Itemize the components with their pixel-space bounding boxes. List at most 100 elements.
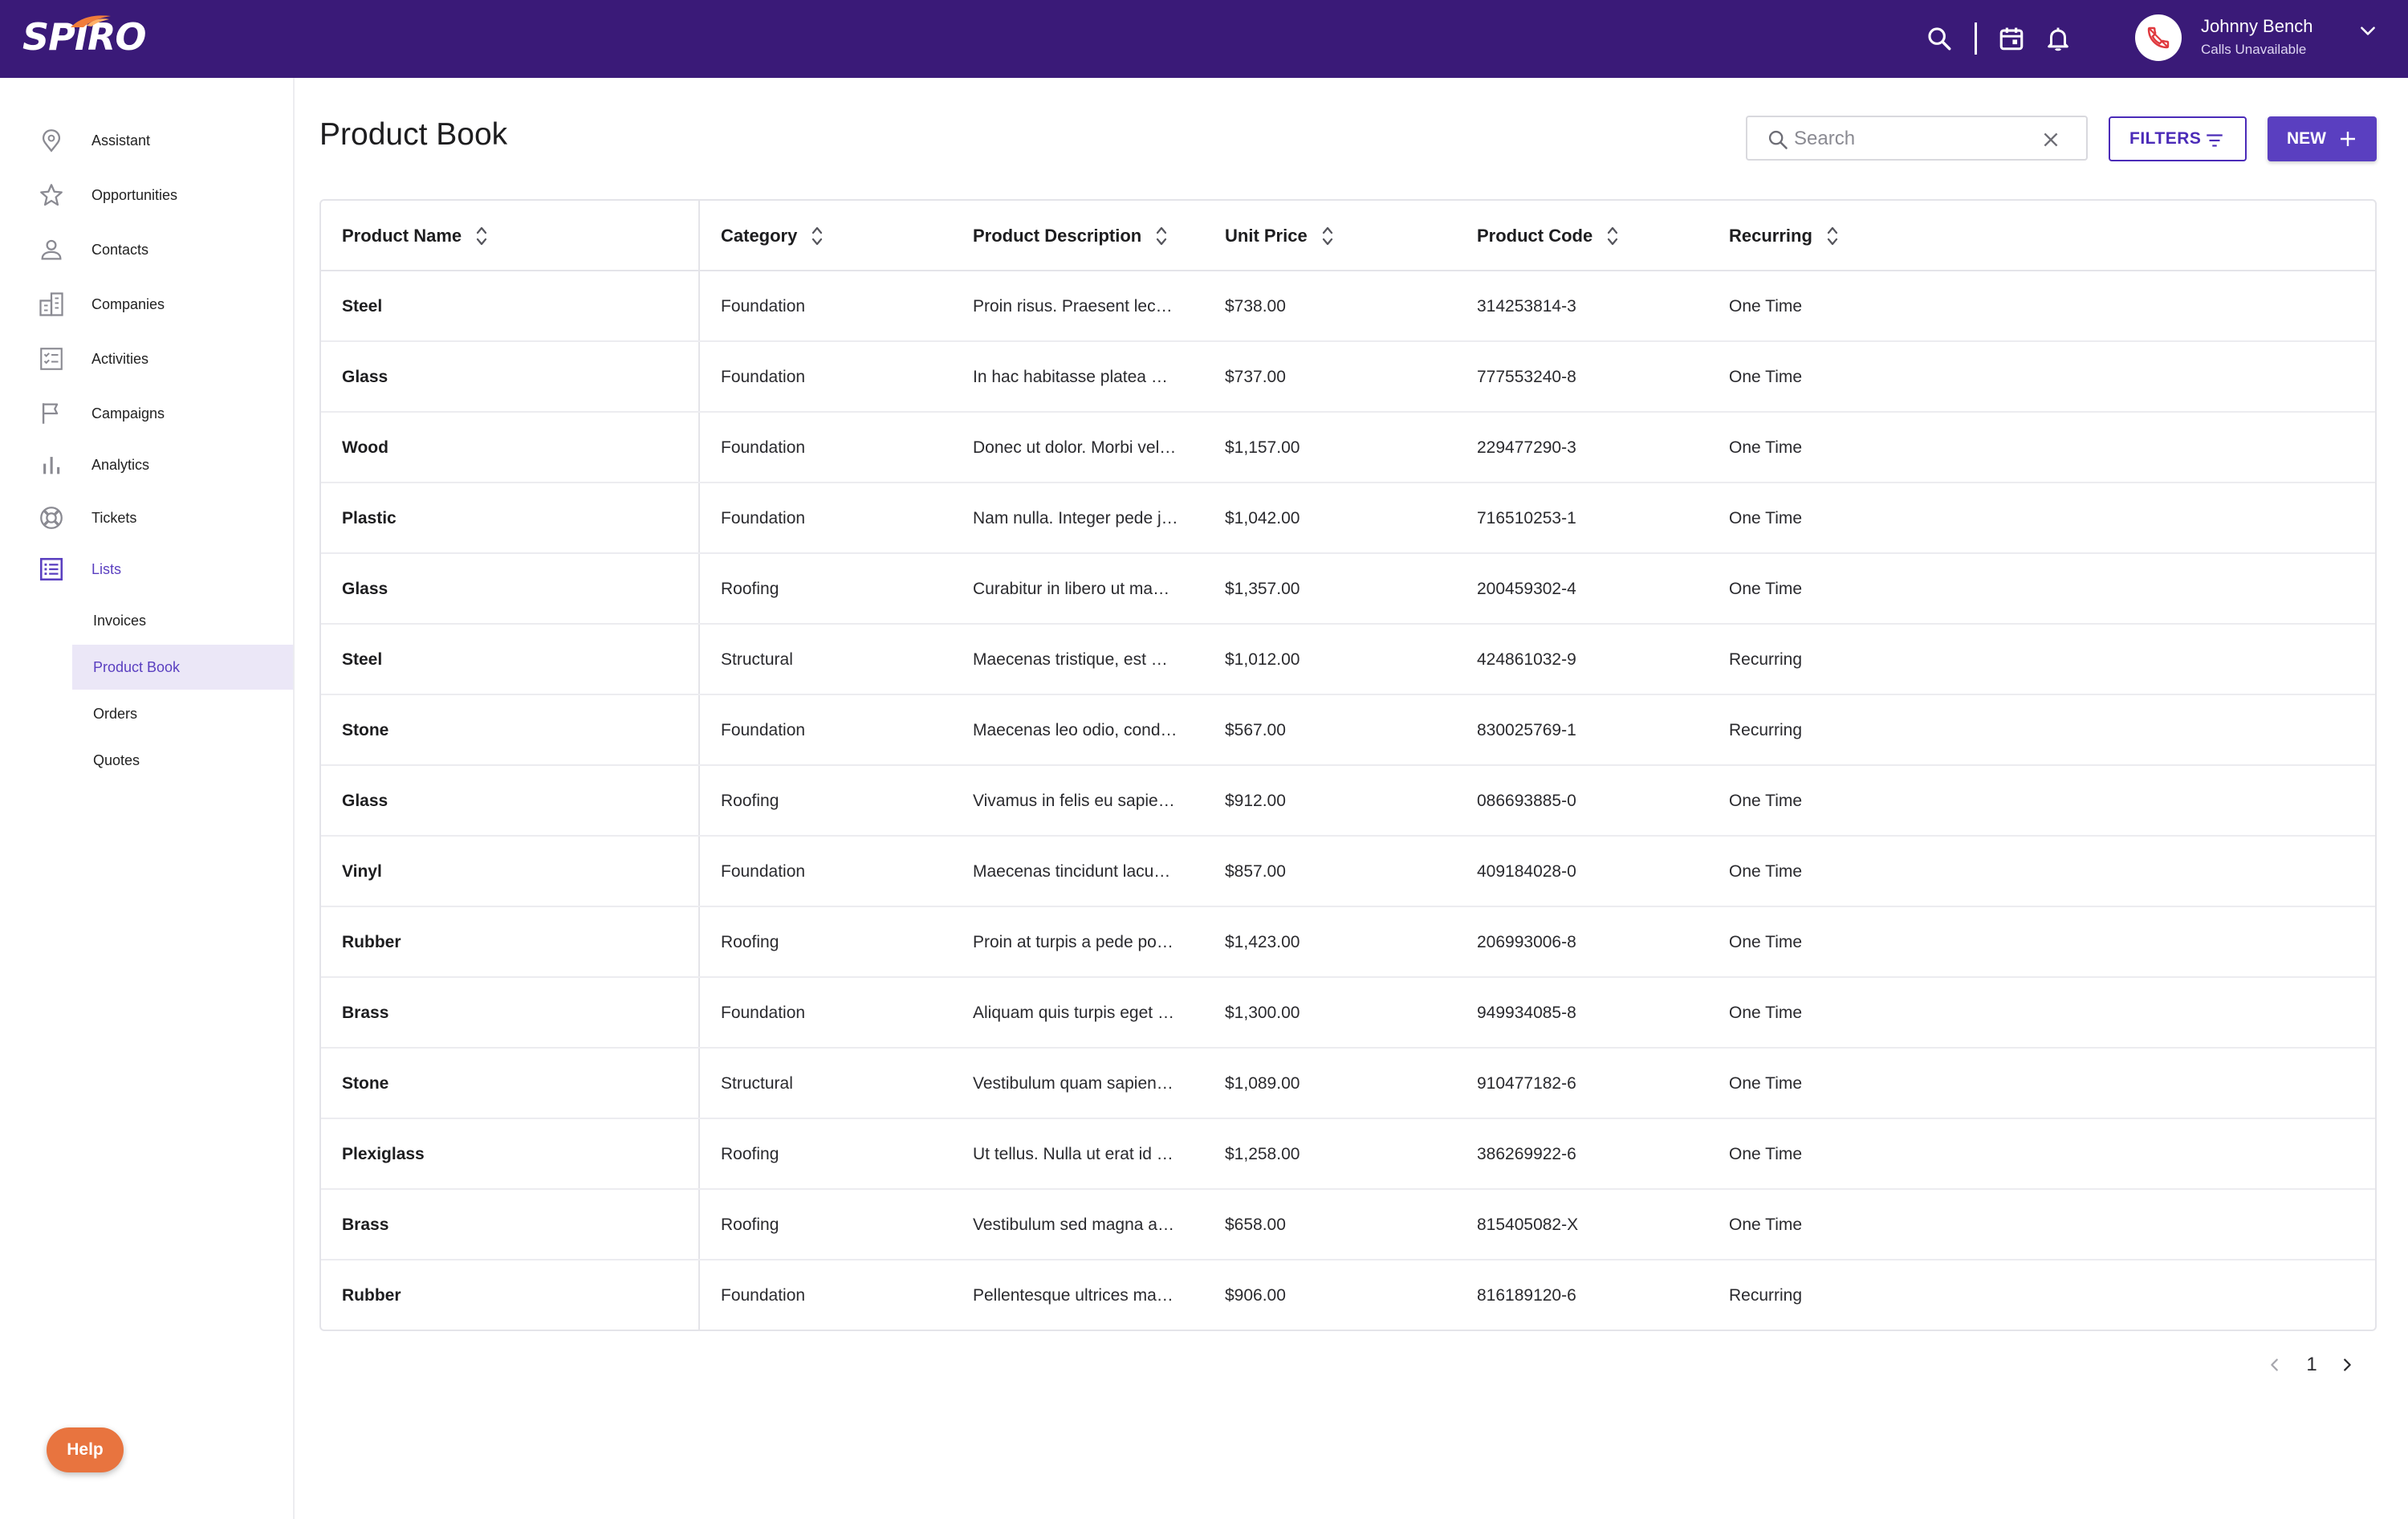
cell-product-description: Nam nulla. Integer pede j… bbox=[973, 509, 1178, 527]
sidebar-item-analytics[interactable]: Analytics bbox=[0, 441, 293, 489]
column-header-label: Recurring bbox=[1729, 226, 1812, 246]
sort-icon[interactable] bbox=[1319, 222, 1336, 250]
table-row[interactable]: Wood Foundation Donec ut dolor. Morbi vel…… bbox=[321, 413, 2375, 483]
table-row[interactable]: Vinyl Foundation Maecenas tincidunt lacu… $… bbox=[321, 837, 2375, 907]
cell-product-name: Stone bbox=[342, 721, 389, 739]
cell-product-description: Maecenas leo odio, cond… bbox=[973, 721, 1178, 739]
table-row[interactable]: Steel Structural Maecenas tristique, est …… bbox=[321, 625, 2375, 695]
table-row[interactable]: Rubber Foundation Pellentesque ultrices ma… bbox=[321, 1260, 2375, 1331]
calendar-icon[interactable] bbox=[1992, 19, 2031, 58]
sidebar-item-companies[interactable]: Companies bbox=[0, 280, 293, 328]
column-header-product-name[interactable]: Product Name bbox=[342, 201, 490, 271]
cell-category: Foundation bbox=[721, 438, 806, 457]
sort-icon[interactable] bbox=[1153, 222, 1170, 250]
sidebar-item-tickets[interactable]: Tickets bbox=[0, 494, 293, 542]
cell-unit-price: $1,012.00 bbox=[1225, 650, 1300, 669]
spiro-logo[interactable]: SPIRO bbox=[22, 11, 146, 63]
search-field[interactable] bbox=[1746, 116, 2088, 161]
sidebar-subitem-label: Invoices bbox=[93, 612, 147, 629]
sidebar-item-label: Activities bbox=[92, 350, 149, 367]
cell-product-name: Plexiglass bbox=[342, 1145, 425, 1163]
sidebar-item-assistant[interactable]: Assistant bbox=[0, 116, 293, 165]
cell-product-name: Brass bbox=[342, 1216, 389, 1234]
sidebar-subitem-invoices[interactable]: Invoices bbox=[72, 598, 293, 643]
sidebar-item-label: Companies bbox=[92, 295, 165, 312]
filters-button[interactable]: FILTERS bbox=[2109, 116, 2247, 161]
table-row[interactable]: Glass Roofing Vivamus in felis eu sapie… $9… bbox=[321, 766, 2375, 837]
chevron-down-icon[interactable] bbox=[2353, 16, 2382, 45]
sort-icon[interactable] bbox=[473, 222, 490, 250]
cell-product-name: Glass bbox=[342, 580, 388, 598]
cell-recurring: One Time bbox=[1729, 1004, 1803, 1022]
close-icon[interactable] bbox=[2038, 127, 2064, 153]
search-icon[interactable] bbox=[1920, 19, 1959, 58]
cell-product-code: 815405082-X bbox=[1477, 1216, 1579, 1234]
table-row[interactable]: Glass Roofing Curabitur in libero ut ma… $1… bbox=[321, 554, 2375, 625]
table-row[interactable]: Steel Foundation Proin risus. Praesent lec… bbox=[321, 271, 2375, 342]
cell-product-description: Vivamus in felis eu sapie… bbox=[973, 792, 1175, 810]
sort-icon[interactable] bbox=[1604, 222, 1621, 250]
search-input[interactable] bbox=[1794, 124, 2035, 154]
sidebar-subitem-product-book[interactable]: Product Book bbox=[72, 645, 293, 690]
user-call-status: Calls Unavailable bbox=[2201, 42, 2307, 57]
search-icon bbox=[1765, 127, 1791, 153]
list-icon bbox=[35, 553, 67, 585]
cell-product-name: Rubber bbox=[342, 1286, 401, 1305]
cell-product-code: 910477182-6 bbox=[1477, 1074, 1576, 1093]
cell-category: Foundation bbox=[721, 509, 806, 527]
cell-product-description: Donec ut dolor. Morbi vel… bbox=[973, 438, 1177, 457]
sort-icon[interactable] bbox=[1824, 222, 1841, 250]
sidebar-item-lists[interactable]: Lists bbox=[0, 545, 293, 593]
sidebar-subitem-orders[interactable]: Orders bbox=[72, 691, 293, 736]
table-row[interactable]: Plastic Foundation Nam nulla. Integer pede… bbox=[321, 483, 2375, 554]
cell-recurring: One Time bbox=[1729, 792, 1803, 810]
table-row[interactable]: Glass Foundation In hac habitasse platea …… bbox=[321, 342, 2375, 413]
cell-category: Roofing bbox=[721, 1216, 779, 1234]
column-header-unit-price[interactable]: Unit Price bbox=[1225, 201, 1336, 271]
cell-recurring: One Time bbox=[1729, 580, 1803, 598]
user-name[interactable]: Johnny Bench bbox=[2201, 16, 2312, 37]
cell-product-code: 409184028-0 bbox=[1477, 862, 1576, 881]
sidebar-item-opportunities[interactable]: Opportunities bbox=[0, 171, 293, 219]
sidebar-item-contacts[interactable]: Contacts bbox=[0, 226, 293, 274]
table-row[interactable]: Plexiglass Roofing Ut tellus. Nulla ut era… bbox=[321, 1119, 2375, 1190]
assistant-icon bbox=[35, 124, 67, 157]
sidebar-item-campaigns[interactable]: Campaigns bbox=[0, 389, 293, 438]
sort-icon[interactable] bbox=[808, 222, 826, 250]
bell-icon[interactable] bbox=[2039, 19, 2077, 58]
column-header-product-code[interactable]: Product Code bbox=[1477, 201, 1621, 271]
cell-recurring: One Time bbox=[1729, 862, 1803, 881]
cell-product-name: Steel bbox=[342, 297, 383, 316]
table-row[interactable]: Stone Foundation Maecenas leo odio, cond… $… bbox=[321, 695, 2375, 766]
current-page-number[interactable]: 1 bbox=[2302, 1352, 2321, 1378]
table-row[interactable]: Stone Structural Vestibulum quam sapien… $1… bbox=[321, 1049, 2375, 1119]
cell-recurring: One Time bbox=[1729, 368, 1803, 386]
sidebar-item-label: Analytics bbox=[92, 456, 150, 473]
sidebar-subitem-quotes[interactable]: Quotes bbox=[72, 738, 293, 783]
phone-button[interactable] bbox=[2135, 14, 2182, 61]
column-header-recurring[interactable]: Recurring bbox=[1729, 201, 1841, 271]
cell-category: Roofing bbox=[721, 580, 779, 598]
table-row[interactable]: Brass Roofing Vestibulum sed magna a… $658.… bbox=[321, 1190, 2375, 1260]
table-row[interactable]: Brass Foundation Aliquam quis turpis eget … bbox=[321, 978, 2375, 1049]
next-page-icon[interactable] bbox=[2334, 1352, 2360, 1378]
cell-recurring: One Time bbox=[1729, 438, 1803, 457]
checklist-icon bbox=[35, 343, 67, 375]
cell-recurring: One Time bbox=[1729, 1145, 1803, 1163]
cell-recurring: Recurring bbox=[1729, 650, 1803, 669]
column-header-product-description[interactable]: Product Description bbox=[973, 201, 1170, 271]
table-row[interactable]: Rubber Roofing Proin at turpis a pede po… $… bbox=[321, 907, 2375, 978]
help-button[interactable]: Help bbox=[47, 1427, 124, 1472]
cell-product-code: 816189120-6 bbox=[1477, 1286, 1576, 1305]
sidebar-item-label: Campaigns bbox=[92, 405, 165, 421]
previous-page-icon[interactable] bbox=[2262, 1352, 2288, 1378]
column-header-category[interactable]: Category bbox=[721, 201, 826, 271]
cell-product-code: 716510253-1 bbox=[1477, 509, 1576, 527]
new-button[interactable]: NEW bbox=[2268, 116, 2377, 161]
cell-unit-price: $1,042.00 bbox=[1225, 509, 1300, 527]
cell-category: Foundation bbox=[721, 721, 806, 739]
cell-product-code: 200459302-4 bbox=[1477, 580, 1576, 598]
cell-product-name: Rubber bbox=[342, 933, 401, 951]
sidebar-item-activities[interactable]: Activities bbox=[0, 335, 293, 383]
topbar-divider bbox=[1975, 22, 1977, 55]
